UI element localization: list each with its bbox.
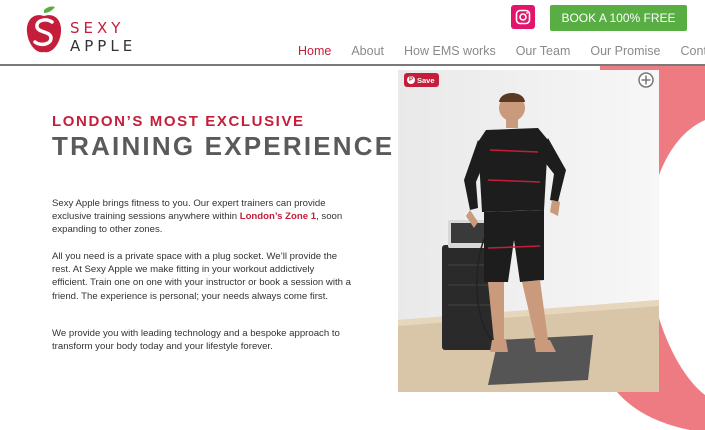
apple-logo-icon xyxy=(26,6,62,53)
hero-subtitle: LONDON’S MOST EXCLUSIVE xyxy=(52,113,305,130)
expand-icon[interactable] xyxy=(638,72,654,88)
brand-name: SEXY APPLE xyxy=(70,19,136,55)
zone-highlight: London’s Zone 1 xyxy=(239,211,317,223)
nav-item-our-team[interactable]: Our Team xyxy=(506,44,581,58)
brand-name-line2: APPLE xyxy=(70,37,137,55)
site-header: SEXY APPLE BOOK A 100% FREE TRIAL Home A… xyxy=(0,0,705,66)
nav-item-about[interactable]: About xyxy=(341,44,394,58)
save-label: Save xyxy=(417,75,435,85)
nav-item-home[interactable]: Home xyxy=(288,44,341,58)
nav-item-our-promise[interactable]: Our Promise xyxy=(580,44,670,58)
pinterest-save-button[interactable]: P Save xyxy=(404,73,439,87)
nav-item-how-ems-works[interactable]: How EMS works xyxy=(394,44,506,58)
main-nav: Home About How EMS works Our Team Our Pr… xyxy=(288,44,705,58)
hero-title: TRAINING EXPERIENCE xyxy=(52,131,395,161)
brand-name-line1: SEXY xyxy=(70,19,125,37)
hero-paragraph-2: All you need is a private space with a p… xyxy=(52,251,351,302)
instagram-icon xyxy=(515,9,531,25)
pinterest-icon: P xyxy=(407,76,415,84)
brand-logo[interactable]: SEXY APPLE xyxy=(24,4,144,56)
instagram-button[interactable] xyxy=(511,5,535,29)
ems-trainer-image xyxy=(398,70,659,392)
nav-item-contact[interactable]: Contact xyxy=(671,44,705,58)
hero-paragraph-3: We provide you with leading technology a… xyxy=(52,328,340,353)
hero-paragraph-1: Sexy Apple brings fitness to you. Our ex… xyxy=(52,197,352,237)
trainer-photo xyxy=(398,70,659,392)
book-free-trial-button[interactable]: BOOK A 100% FREE TRIAL xyxy=(550,5,687,51)
